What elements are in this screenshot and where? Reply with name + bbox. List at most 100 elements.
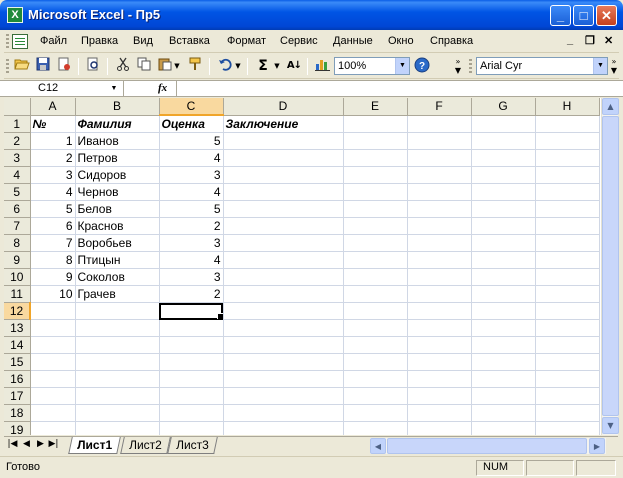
cell-a14[interactable] — [30, 336, 76, 354]
cell-d18[interactable] — [223, 404, 344, 422]
cell-g2[interactable] — [471, 132, 536, 150]
cell-h1[interactable] — [535, 115, 600, 133]
cell-d17[interactable] — [223, 387, 344, 405]
formatting-options-icon[interactable]: » ▼ — [610, 57, 618, 75]
cell-b2[interactable]: Иванов — [75, 132, 160, 150]
cell-c16[interactable] — [159, 370, 224, 388]
row-header[interactable]: 13 — [4, 319, 31, 337]
select-all-corner[interactable] — [4, 98, 31, 116]
cell-e15[interactable] — [343, 353, 408, 371]
chart-wizard-icon[interactable] — [313, 57, 331, 75]
row-header[interactable]: 5 — [4, 183, 31, 201]
sheet-tab-1[interactable]: Лист1 — [68, 437, 121, 454]
cell-b11[interactable]: Грачев — [75, 285, 160, 303]
cell-h6[interactable] — [535, 200, 600, 218]
cell-d11[interactable] — [223, 285, 344, 303]
toolbar-grip-handle[interactable] — [6, 59, 9, 75]
name-box-dropdown-icon[interactable]: ▼ — [108, 81, 120, 96]
cell-a10[interactable]: 9 — [30, 268, 76, 286]
cell-e18[interactable] — [343, 404, 408, 422]
cell-b3[interactable]: Петров — [75, 149, 160, 167]
menu-grip-handle[interactable] — [6, 34, 9, 49]
cell-a5[interactable]: 4 — [30, 183, 76, 201]
cell-c7[interactable]: 2 — [159, 217, 224, 235]
zoom-select[interactable]: 100% ▼ — [334, 57, 410, 75]
scroll-left-icon[interactable]: ◀ — [370, 438, 386, 454]
cell-d6[interactable] — [223, 200, 344, 218]
format-painter-icon[interactable] — [186, 57, 204, 75]
cell-f11[interactable] — [407, 285, 472, 303]
cell-h4[interactable] — [535, 166, 600, 184]
cell-f13[interactable] — [407, 319, 472, 337]
autosum-icon[interactable]: Σ — [254, 57, 272, 75]
cell-h8[interactable] — [535, 234, 600, 252]
cell-f4[interactable] — [407, 166, 472, 184]
name-box[interactable]: C12 ▼ — [4, 81, 124, 96]
font-dropdown-icon[interactable]: ▼ — [593, 58, 607, 74]
cell-g15[interactable] — [471, 353, 536, 371]
cell-c14[interactable] — [159, 336, 224, 354]
cell-e13[interactable] — [343, 319, 408, 337]
formatting-toolbar-grip[interactable] — [469, 59, 472, 75]
cell-d13[interactable] — [223, 319, 344, 337]
row-header[interactable]: 7 — [4, 217, 31, 235]
row-header[interactable]: 8 — [4, 234, 31, 252]
cell-f5[interactable] — [407, 183, 472, 201]
menu-edit[interactable]: Правка — [81, 35, 118, 47]
cell-e8[interactable] — [343, 234, 408, 252]
row-header[interactable]: 12 — [4, 302, 31, 320]
sheet-tab-3[interactable]: Лист3 — [167, 437, 218, 454]
maximize-button[interactable]: □ — [573, 5, 594, 26]
cell-c12[interactable] — [159, 302, 224, 320]
cell-b13[interactable] — [75, 319, 160, 337]
toolbar-options-icon[interactable]: » ▼ — [454, 57, 462, 75]
vertical-scrollbar[interactable]: ▲ ▼ — [601, 98, 619, 435]
row-header[interactable]: 2 — [4, 132, 31, 150]
cell-c6[interactable]: 5 — [159, 200, 224, 218]
row-header[interactable]: 10 — [4, 268, 31, 286]
sheet-tab-2[interactable]: Лист2 — [120, 437, 171, 454]
cell-g6[interactable] — [471, 200, 536, 218]
cell-g7[interactable] — [471, 217, 536, 235]
cell-f12[interactable] — [407, 302, 472, 320]
cell-e11[interactable] — [343, 285, 408, 303]
column-header-g[interactable]: G — [471, 98, 536, 116]
cell-c11[interactable]: 2 — [159, 285, 224, 303]
cell-b7[interactable]: Краснов — [75, 217, 160, 235]
print-preview-icon[interactable] — [84, 57, 102, 75]
cell-e5[interactable] — [343, 183, 408, 201]
cell-h5[interactable] — [535, 183, 600, 201]
cell-c9[interactable]: 4 — [159, 251, 224, 269]
first-sheet-icon[interactable]: |◀ — [7, 439, 18, 449]
row-header[interactable]: 16 — [4, 370, 31, 388]
cell-d12[interactable] — [223, 302, 344, 320]
cell-h13[interactable] — [535, 319, 600, 337]
cell-b16[interactable] — [75, 370, 160, 388]
scroll-right-icon[interactable]: ▶ — [589, 438, 605, 454]
row-header[interactable]: 14 — [4, 336, 31, 354]
cell-f7[interactable] — [407, 217, 472, 235]
cell-b17[interactable] — [75, 387, 160, 405]
cell-h14[interactable] — [535, 336, 600, 354]
vertical-scroll-thumb[interactable] — [602, 116, 619, 416]
column-header-d[interactable]: D — [223, 98, 344, 116]
cell-a11[interactable]: 10 — [30, 285, 76, 303]
row-header[interactable]: 3 — [4, 149, 31, 167]
cell-g9[interactable] — [471, 251, 536, 269]
cell-a19[interactable] — [30, 421, 76, 435]
cell-a8[interactable]: 7 — [30, 234, 76, 252]
cell-f1[interactable] — [407, 115, 472, 133]
help-icon[interactable]: ? — [413, 57, 431, 75]
cell-h3[interactable] — [535, 149, 600, 167]
cell-d7[interactable] — [223, 217, 344, 235]
cell-e3[interactable] — [343, 149, 408, 167]
cell-c5[interactable]: 4 — [159, 183, 224, 201]
cell-e17[interactable] — [343, 387, 408, 405]
menu-help[interactable]: Справка — [430, 35, 473, 47]
cell-c2[interactable]: 5 — [159, 132, 224, 150]
cell-a4[interactable]: 3 — [30, 166, 76, 184]
cell-h11[interactable] — [535, 285, 600, 303]
row-header[interactable]: 9 — [4, 251, 31, 269]
doc-restore-button[interactable]: ❐ — [585, 34, 595, 47]
cell-a17[interactable] — [30, 387, 76, 405]
